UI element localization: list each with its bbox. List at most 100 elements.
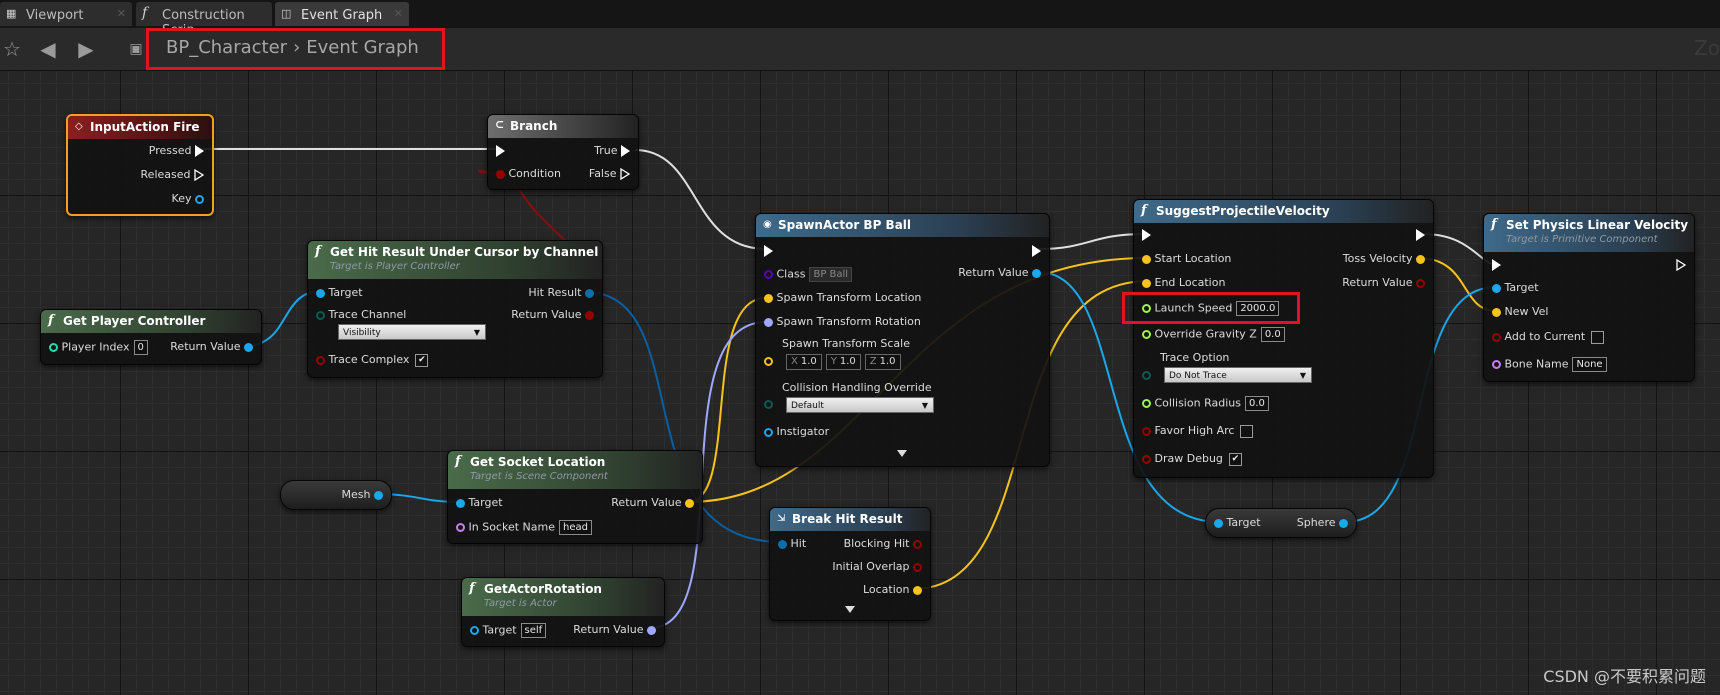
bone-name-field[interactable]: None	[1572, 357, 1607, 372]
scale-z-field[interactable]: 1.0	[880, 356, 896, 367]
vector-pin-icon[interactable]	[1142, 254, 1151, 264]
pin-true[interactable]: True	[594, 144, 630, 158]
trace-channel-dropdown[interactable]: Visibility ▼	[338, 324, 486, 340]
pin-return-value[interactable]: Return Value	[170, 340, 253, 354]
scale-x-field[interactable]: 1.0	[801, 356, 817, 367]
pin-false[interactable]: False	[589, 167, 630, 181]
pin-released[interactable]: Released	[141, 168, 204, 182]
vector-pin-icon[interactable]	[764, 356, 773, 366]
pin-target[interactable]: Target	[1492, 281, 1539, 295]
exec-pin-icon[interactable]	[1492, 259, 1501, 271]
bool-pin-icon[interactable]	[316, 355, 325, 365]
bool-pin-icon[interactable]	[1416, 278, 1425, 288]
pin-exec-in[interactable]	[1142, 228, 1151, 242]
node-set-physics-linear-velocity[interactable]: f Set Physics Linear Velocity Target is Pr…	[1483, 213, 1695, 382]
enum-pin-icon[interactable]	[764, 399, 773, 409]
socket-name-field[interactable]: head	[558, 520, 592, 535]
pin-return-value[interactable]: Return Value	[611, 496, 694, 510]
node-suggest-projectile-velocity[interactable]: f SuggestProjectileVelocity Start Locatio…	[1133, 199, 1434, 478]
node-branch[interactable]: ⊂ Branch Condition True False	[487, 114, 639, 190]
class-pin-icon[interactable]	[764, 270, 773, 279]
vector-pin-icon[interactable]	[685, 498, 694, 508]
vector-pin-icon[interactable]	[1416, 254, 1425, 264]
class-picker[interactable]: BP Ball	[809, 267, 853, 282]
pin-add-to-current[interactable]: Add to Current	[1492, 330, 1605, 344]
pin-sphere[interactable]: Sphere	[1297, 516, 1348, 530]
target-self-field[interactable]: self	[520, 623, 547, 638]
node-get-hit-result-under-cursor[interactable]: f Get Hit Result Under Cursor by Channel T…	[307, 240, 603, 378]
pin-trace-complex[interactable]: Trace Complex ✔	[316, 353, 429, 367]
exec-pin-icon[interactable]	[496, 145, 505, 157]
enum-pin-icon[interactable]	[316, 310, 325, 320]
rotator-pin-icon[interactable]	[647, 625, 656, 635]
bool-pin-icon[interactable]	[585, 310, 594, 320]
trace-option-dropdown[interactable]: Do Not Trace ▼	[1164, 367, 1312, 383]
draw-debug-checkbox[interactable]: ✔	[1228, 452, 1242, 466]
pin-exec-in[interactable]	[764, 244, 773, 258]
trace-complex-checkbox[interactable]: ✔	[415, 353, 429, 367]
exec-pin-icon[interactable]	[1676, 259, 1686, 271]
add-to-current-checkbox[interactable]	[1591, 330, 1605, 344]
pin-exec-out[interactable]	[1416, 228, 1425, 242]
object-pin-icon[interactable]	[244, 342, 253, 352]
exec-pin-icon[interactable]	[1032, 245, 1041, 257]
vector-pin-icon[interactable]	[913, 585, 922, 595]
node-get-player-controller[interactable]: f Get Player Controller Player Index 0 Ret…	[40, 309, 262, 365]
object-pin-icon[interactable]	[764, 427, 773, 437]
pin-class[interactable]: Class BP Ball	[764, 267, 853, 282]
float-pin-icon[interactable]	[1142, 330, 1151, 339]
struct-pin-icon[interactable]	[195, 194, 204, 204]
pin-return-value[interactable]: Return Value	[958, 266, 1041, 280]
exec-pin-icon[interactable]	[195, 145, 204, 157]
pin-new-vel[interactable]: New Vel	[1492, 305, 1548, 319]
collision-radius-field[interactable]: 0.0	[1244, 396, 1269, 411]
pin-target[interactable]: Target	[1214, 516, 1261, 530]
pin-pressed[interactable]: Pressed	[149, 144, 204, 158]
pin-target[interactable]: Target	[456, 496, 503, 510]
pin-target[interactable]: Target	[316, 286, 363, 300]
pin-hit[interactable]: Hit	[778, 537, 806, 551]
node-sphere-variable[interactable]: Target Sphere	[1205, 508, 1357, 538]
exec-pin-icon[interactable]	[1142, 229, 1151, 241]
scale-y-field[interactable]: 1.0	[840, 356, 856, 367]
struct-pin-icon[interactable]	[778, 539, 787, 549]
pin-trace-option[interactable]	[1142, 368, 1151, 382]
enum-pin-icon[interactable]	[1142, 370, 1151, 380]
pin-key[interactable]: Key	[172, 192, 204, 206]
node-get-socket-location[interactable]: f Get Socket Location Target is Scene Comp…	[447, 450, 703, 544]
node-break-hit-result[interactable]: ⇲ Break Hit Result Hit Blocking Hit Initi…	[769, 507, 931, 621]
object-pin-icon[interactable]	[470, 626, 479, 635]
exec-pin-icon[interactable]	[621, 145, 630, 157]
object-pin-icon[interactable]	[316, 288, 325, 298]
pin-location[interactable]: Location	[863, 583, 922, 597]
pin-collision-radius[interactable]: Collision Radius 0.0	[1142, 396, 1269, 411]
bool-pin-icon[interactable]	[1492, 332, 1501, 342]
pin-collision-handling[interactable]	[764, 397, 773, 411]
override-gravity-field[interactable]: 0.0	[1260, 327, 1285, 342]
expand-arrow-icon[interactable]	[845, 606, 855, 613]
pin-initial-overlap[interactable]: Initial Overlap	[832, 560, 922, 574]
pin-spawn-transform-location[interactable]: Spawn Transform Location	[764, 291, 921, 305]
scale-vector-fields[interactable]: X 1.0 Y 1.0 Z 1.0	[786, 354, 905, 370]
node-mesh-variable[interactable]: Mesh	[280, 480, 392, 510]
object-pin-icon[interactable]	[1214, 518, 1223, 528]
pin-start-location[interactable]: Start Location	[1142, 252, 1231, 266]
vector-pin-icon[interactable]	[764, 293, 773, 303]
pin-override-gravity-z[interactable]: Override Gravity Z 0.0	[1142, 327, 1285, 342]
exec-pin-icon[interactable]	[194, 169, 204, 181]
node-spawnactor-bp-ball[interactable]: ◉ SpawnActor BP Ball Class BP Ball Return …	[755, 213, 1050, 467]
vector-pin-icon[interactable]	[1142, 278, 1151, 288]
bool-pin-icon[interactable]	[1142, 426, 1151, 436]
object-pin-icon[interactable]	[456, 498, 465, 508]
pin-toss-velocity[interactable]: Toss Velocity	[1343, 252, 1425, 266]
pin-return-value[interactable]: Return Value	[573, 623, 656, 637]
exec-pin-icon[interactable]	[620, 168, 630, 180]
pin-target[interactable]: Target self	[470, 623, 547, 638]
object-pin-icon[interactable]	[1339, 518, 1348, 528]
bool-pin-icon[interactable]	[496, 169, 505, 179]
struct-pin-icon[interactable]	[585, 288, 594, 298]
pin-exec-out[interactable]	[1032, 244, 1041, 258]
object-pin-icon[interactable]	[1492, 283, 1501, 293]
pin-end-location[interactable]: End Location	[1142, 276, 1225, 290]
pin-return-value[interactable]: Return Value	[1342, 276, 1425, 290]
